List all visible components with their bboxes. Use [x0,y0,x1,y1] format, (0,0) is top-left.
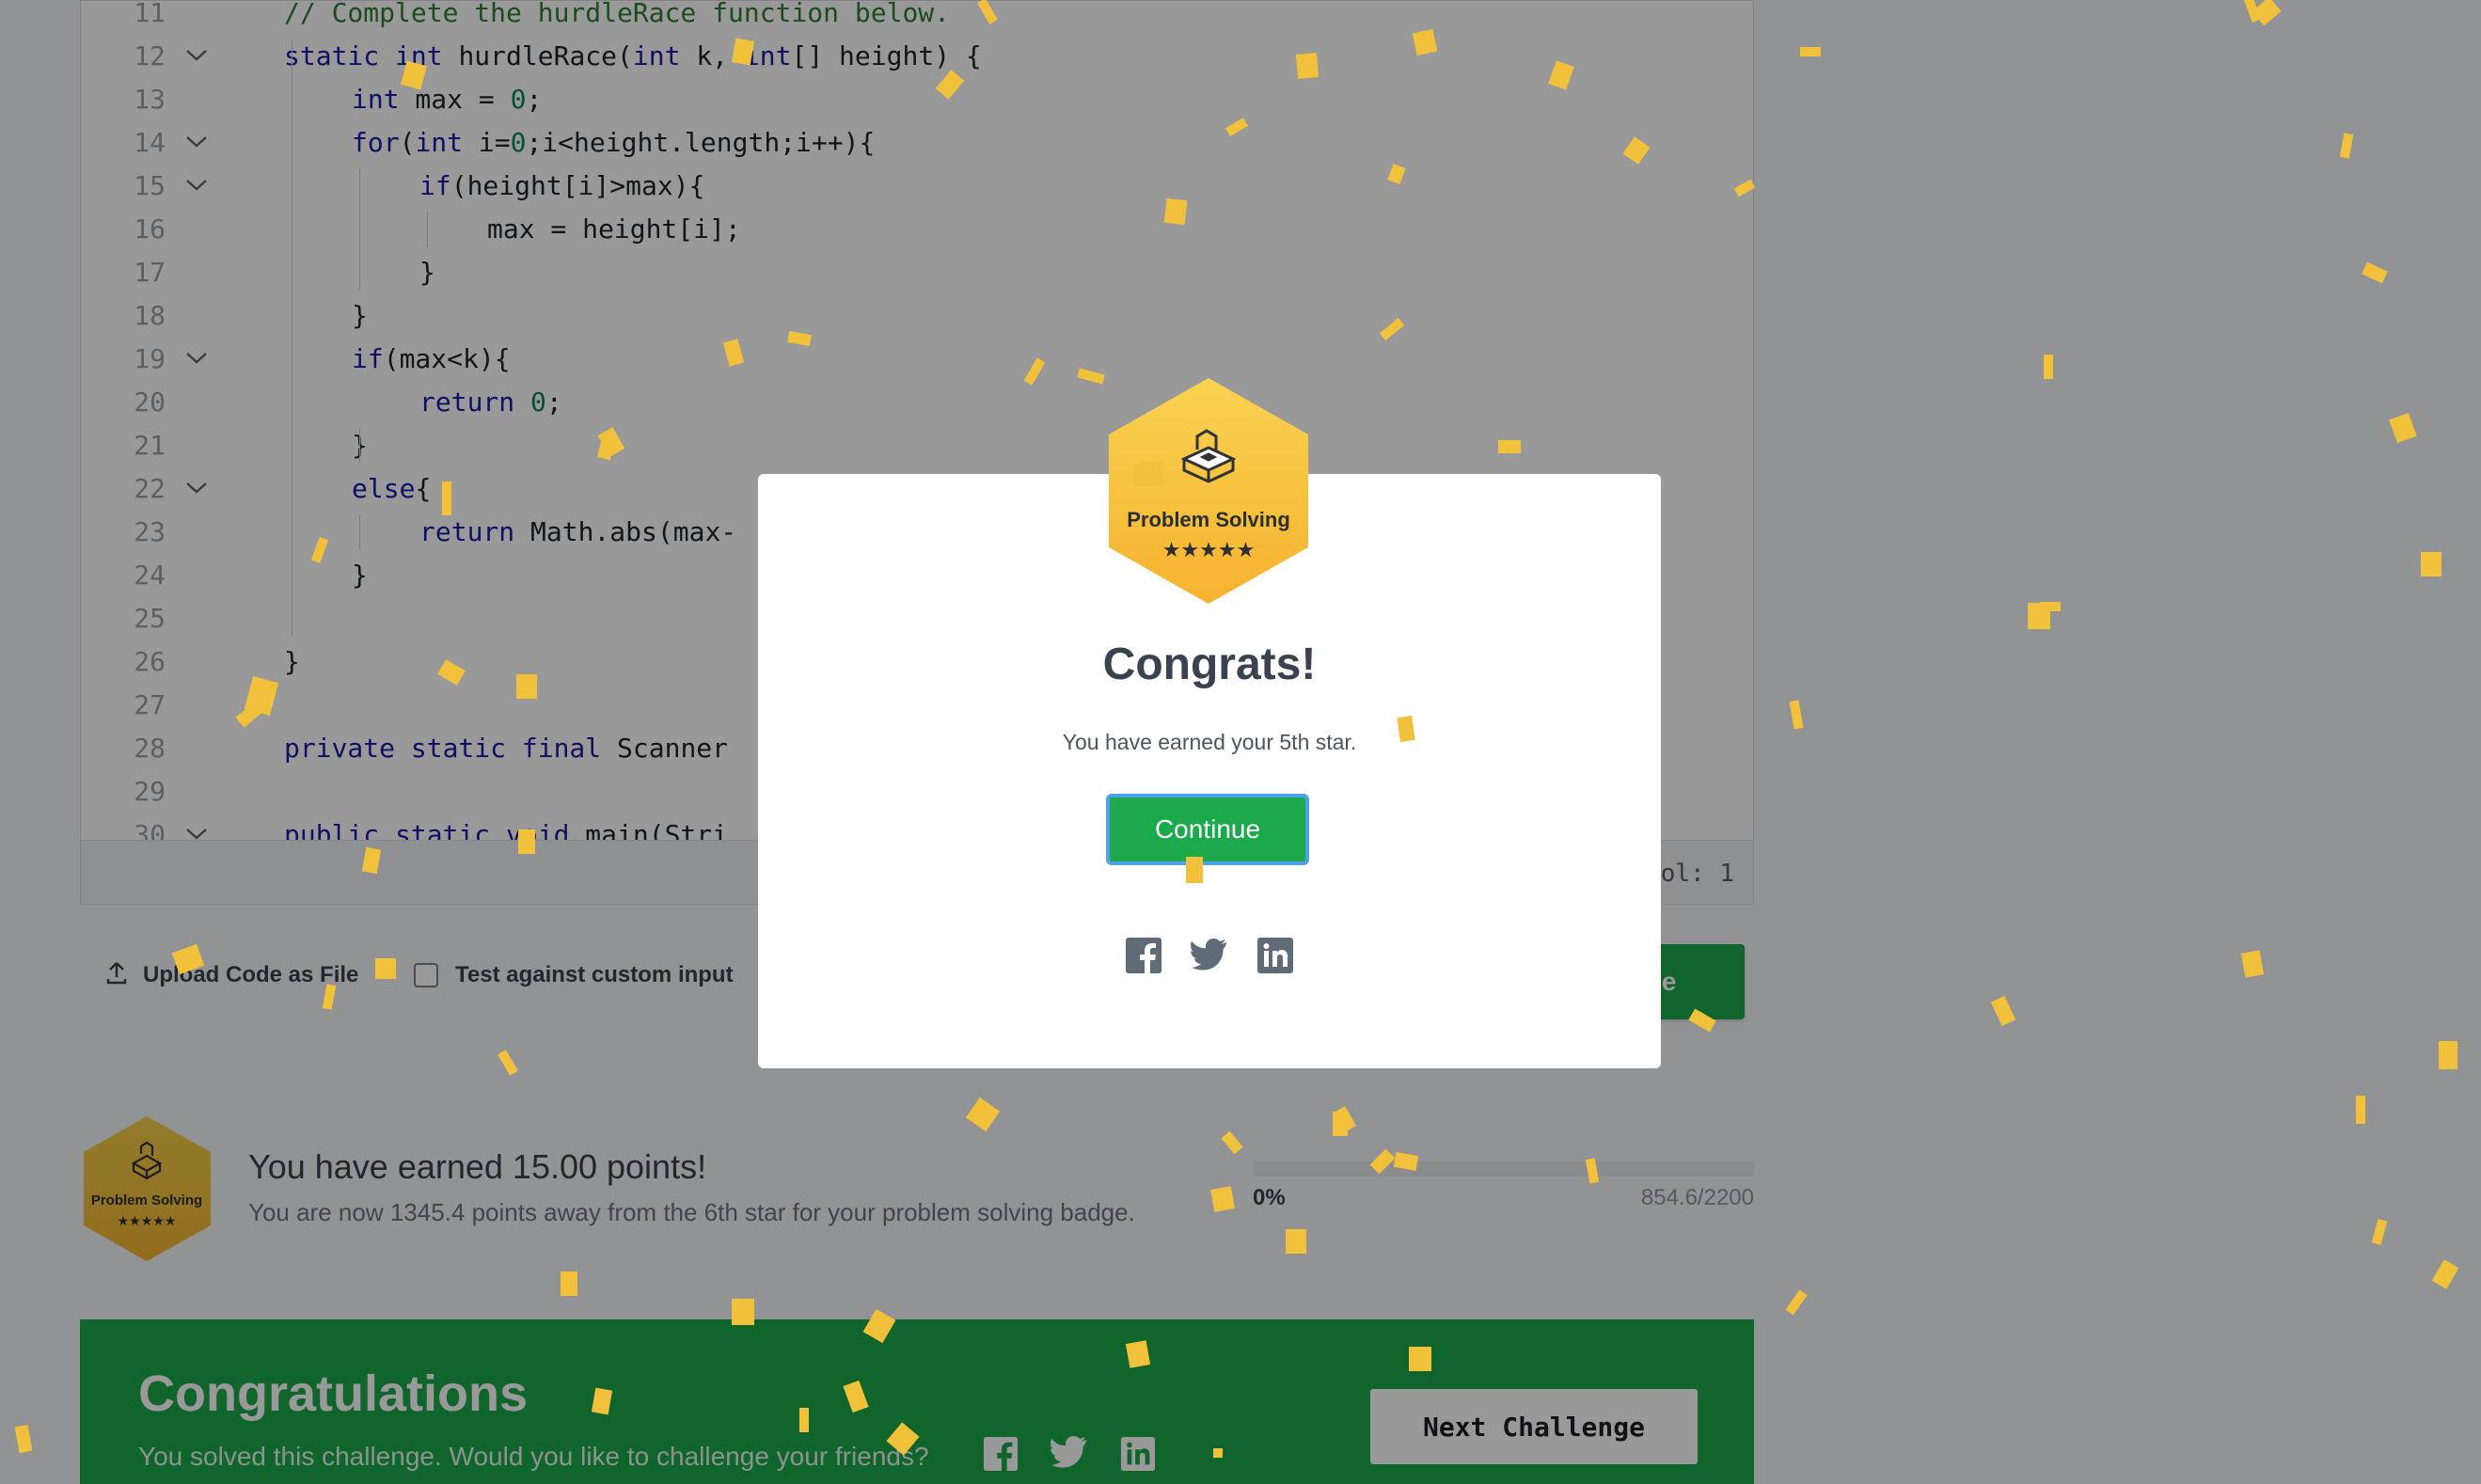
problem-solving-badge-icon: Problem Solving ★★★★★ [1109,378,1308,604]
problem-solving-badge-large: Problem Solving ★★★★★ [1103,376,1314,606]
svg-text:★★★★★: ★★★★★ [1162,539,1256,562]
continue-label: Continue [1154,814,1261,844]
linkedin-icon[interactable] [1256,937,1294,979]
modal-title: Congrats! [1102,639,1317,689]
continue-button[interactable]: Continue [1106,794,1309,865]
page: 11// Complete the hurdleRace function be… [0,0,2481,1484]
facebook-icon[interactable] [1125,937,1162,979]
modal-share-links [758,937,1661,979]
twitter-icon[interactable] [1191,937,1228,979]
svg-text:Problem Solving: Problem Solving [1127,508,1290,531]
modal-message: You have earned your 5th star. [1062,730,1357,754]
